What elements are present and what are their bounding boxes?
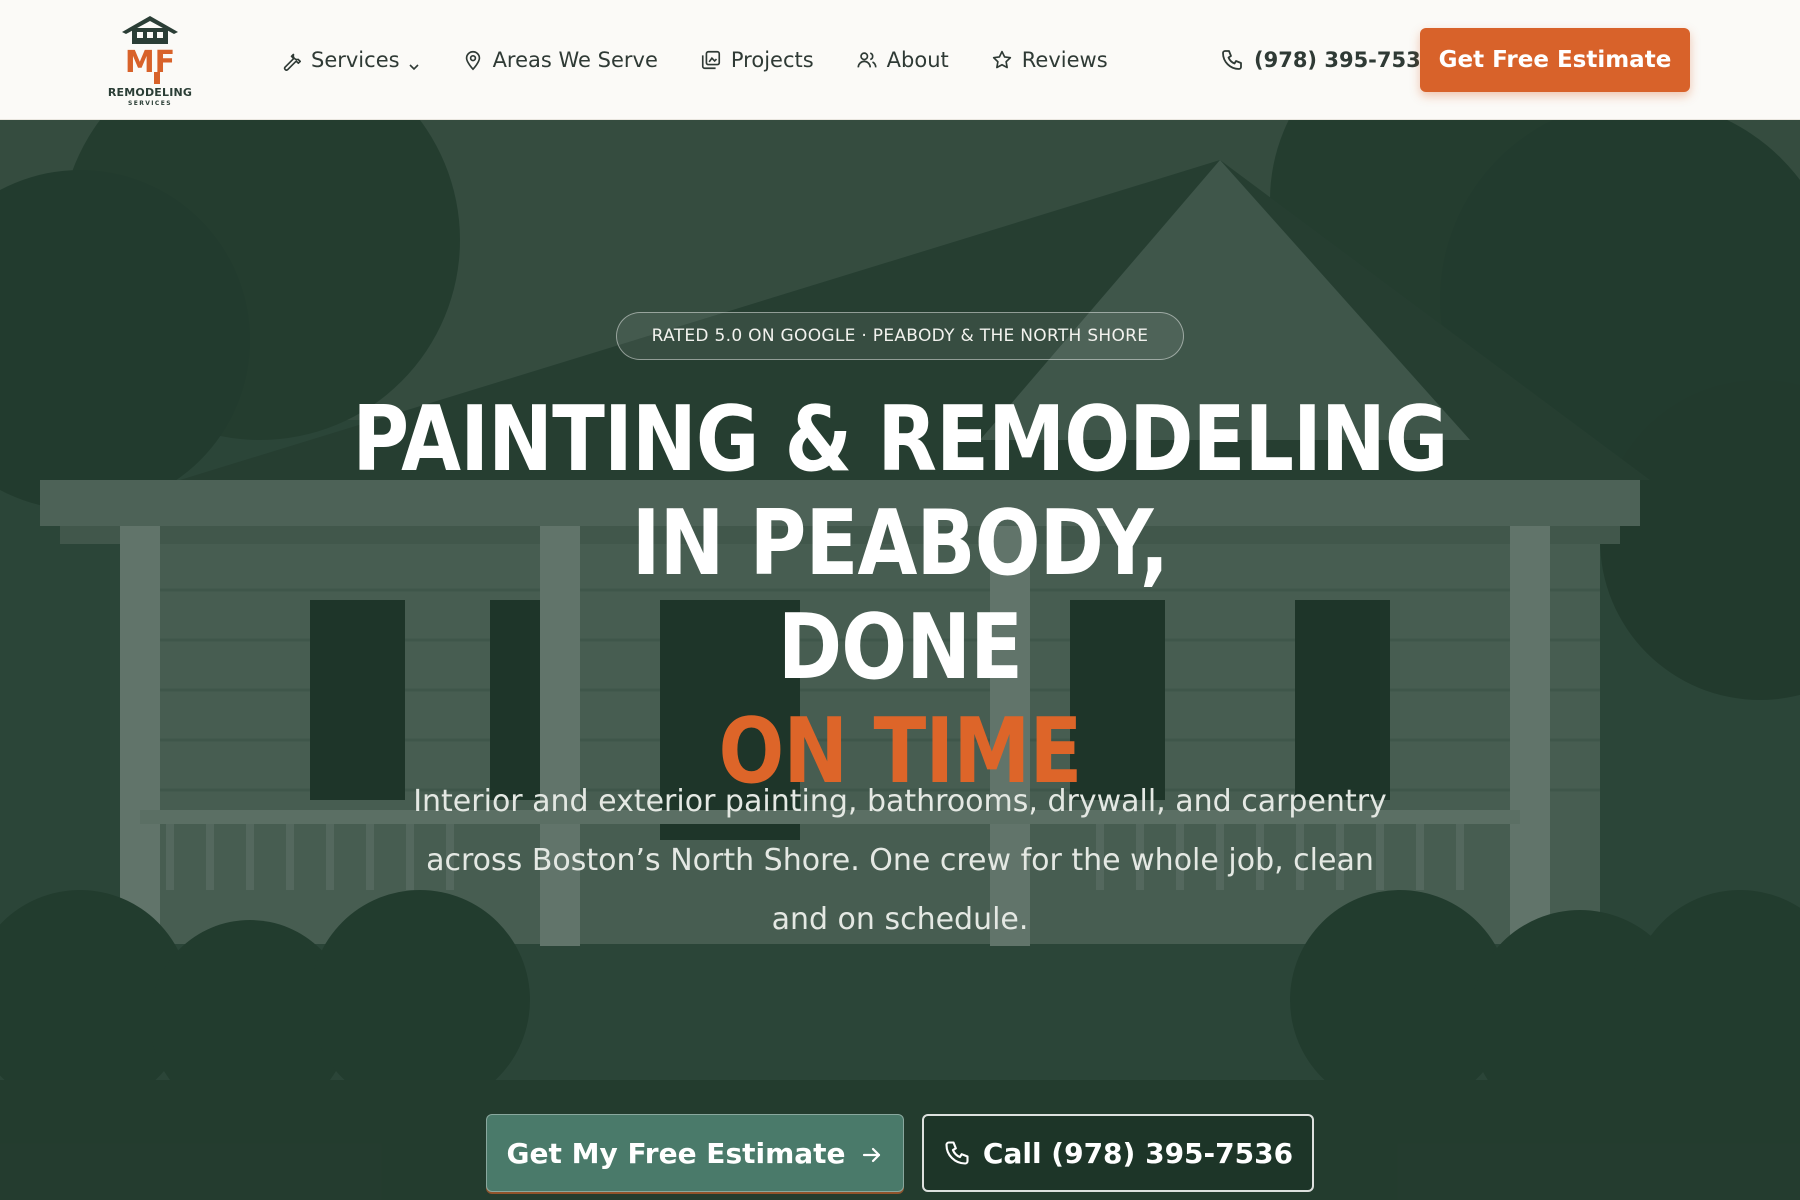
free-estimate-label: Get My Free Estimate [506, 1136, 846, 1170]
house-logo-icon: MF [122, 16, 178, 84]
arrow-right-icon [860, 1141, 884, 1165]
hero-section: RATED 5.0 ON GOOGLE · PEABODY & THE NORT… [0, 120, 1800, 1200]
phone-icon [1220, 48, 1244, 72]
nav-item-projects[interactable]: Projects [700, 40, 814, 80]
site-header: MF REMODELING SERVICES Services Areas We… [0, 0, 1800, 120]
free-estimate-button[interactable]: Get My Free Estimate [486, 1114, 904, 1192]
header-phone-link[interactable]: (978) 395-7536 [1220, 40, 1435, 80]
nav-item-about[interactable]: About [856, 40, 949, 80]
nav-item-areas[interactable]: Areas We Serve [462, 40, 658, 80]
nav-label-reviews: Reviews [1021, 48, 1108, 72]
svg-text:MF: MF [125, 45, 175, 80]
map-pin-icon [462, 49, 484, 71]
headline-line-1: PAINTING & REMODELING IN PEABODY, [352, 387, 1448, 596]
headline-line-2: DONE [777, 595, 1023, 700]
call-button-label: Call (978) 395-7536 [982, 1136, 1294, 1170]
nav-label-services: Services [311, 48, 400, 72]
brand-tagline: SERVICES [128, 100, 172, 107]
brand-name: REMODELING [107, 86, 193, 99]
header-phone-number: (978) 395-7536 [1254, 48, 1436, 72]
hero-headline: PAINTING & REMODELING IN PEABODY, DONE O… [298, 388, 1502, 804]
star-icon [991, 49, 1013, 71]
hero-subcopy: Interior and exterior painting, bathroom… [413, 784, 1387, 937]
chevron-down-icon [408, 54, 420, 71]
rating-badge: RATED 5.0 ON GOOGLE · PEABODY & THE NORT… [616, 312, 1184, 360]
wrench-icon [280, 49, 302, 71]
call-button[interactable]: Call (978) 395-7536 [922, 1114, 1314, 1192]
nav-item-reviews[interactable]: Reviews [991, 40, 1108, 80]
nav-item-services[interactable]: Services [280, 40, 420, 80]
main-nav: Services Areas We Serve Projects About R… [280, 40, 1150, 80]
brand-logo[interactable]: MF REMODELING SERVICES [100, 10, 200, 110]
gallery-icon [700, 49, 722, 71]
phone-icon [943, 1139, 971, 1167]
header-estimate-button[interactable]: Get Free Estimate [1420, 28, 1690, 92]
nav-label-projects: Projects [730, 48, 814, 72]
users-icon [856, 49, 878, 71]
nav-label-about: About [886, 48, 949, 72]
nav-label-areas: Areas We Serve [492, 48, 658, 72]
